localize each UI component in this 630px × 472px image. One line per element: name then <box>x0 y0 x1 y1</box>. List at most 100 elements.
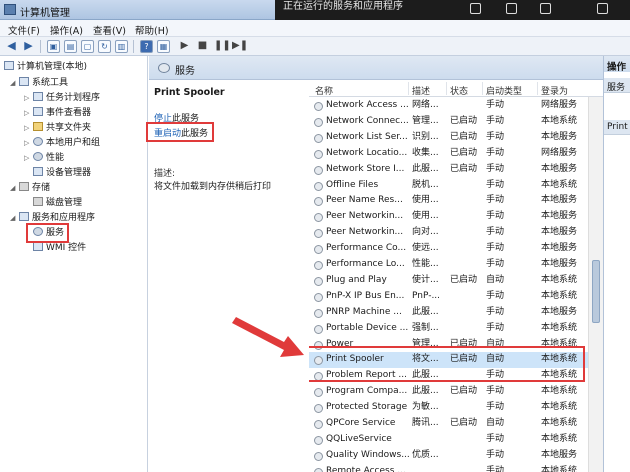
table-cell: 为敏... <box>412 402 439 413</box>
table-row[interactable]: Offline Files 脱机... 手动 本地系统 <box>309 178 593 194</box>
table-cell: Portable Device ... <box>326 322 409 333</box>
tree-item-disk-management[interactable]: 磁盘管理 <box>24 197 82 210</box>
table-cell: 本地系统 <box>541 386 578 397</box>
pause-icon[interactable]: ❚❚ <box>214 40 231 53</box>
properties-icon[interactable]: ▦ <box>157 40 170 53</box>
up-folder-icon[interactable]: ▣ <box>47 40 60 53</box>
table-cell: Performance Co... <box>326 243 407 254</box>
table-cell: 本地系统 <box>541 418 578 428</box>
tree-item-event-viewer[interactable]: ▷ 事件查看器 <box>24 107 91 120</box>
table-row[interactable]: Performance Lo... 性能... 手动 本地服务 <box>309 257 593 273</box>
export-list-icon[interactable]: ▥ <box>115 40 128 53</box>
tree-item-wmi[interactable]: WMI 控件 <box>24 242 86 255</box>
table-row[interactable]: Performance Co... 使远... 手动 本地服务 <box>309 241 593 257</box>
tree-item-local-users[interactable]: ▷ 本地用户和组 <box>24 137 100 150</box>
table-cell: 网络服务 <box>541 100 578 110</box>
table-row[interactable]: Network Connec... 管理... 已启动 手动 本地系统 <box>309 114 593 130</box>
table-row[interactable]: QQLiveService 手动 本地系统 <box>309 432 593 448</box>
restart-icon[interactable]: ▶❚ <box>232 40 248 53</box>
back-icon[interactable]: ◀ <box>5 40 18 53</box>
service-gear-icon <box>314 181 323 191</box>
monitor-icon[interactable] <box>470 3 481 14</box>
expand-arrow-icon[interactable]: ▷ <box>24 107 33 120</box>
table-row[interactable]: Remote Access ... 手动 本地系统 <box>309 464 593 472</box>
table-cell: Network Connec... <box>326 115 409 126</box>
services-header-label: 服务 <box>175 66 195 77</box>
col-name[interactable]: 名称 <box>315 84 333 97</box>
menu-file[interactable]: 文件(F) <box>8 23 40 37</box>
table-row[interactable]: Program Compa... 此服... 已启动 手动 本地系统 <box>309 384 593 400</box>
service-gear-icon <box>314 467 323 472</box>
settings-icon[interactable] <box>597 3 608 14</box>
storage-icon <box>19 182 29 191</box>
table-row[interactable]: Network Locatio... 收集... 已启动 手动 网络服务 <box>309 146 593 162</box>
col-startup[interactable]: 启动类型 <box>486 84 522 97</box>
service-gear-icon <box>314 117 323 127</box>
tree-item-shared-folders[interactable]: ▷ 共享文件夹 <box>24 122 91 135</box>
col-desc[interactable]: 描述 <box>412 84 430 97</box>
table-cell: QQLiveService <box>326 433 392 444</box>
table-row[interactable]: QPCore Service 腾讯... 已启动 自动 本地系统 <box>309 416 593 432</box>
actions-section-print[interactable]: Print <box>604 120 630 135</box>
table-row[interactable]: Network Access ... 网络... 手动 网络服务 <box>309 98 593 114</box>
forward-icon[interactable]: ▶ <box>22 40 35 53</box>
collapse-arrow-icon[interactable]: ◢ <box>10 77 19 90</box>
device-manager-icon <box>33 167 43 176</box>
help-icon[interactable]: ? <box>140 40 153 53</box>
expand-arrow-icon[interactable]: ▷ <box>24 92 33 105</box>
tree-root[interactable]: 计算机管理(本地) <box>4 61 87 74</box>
table-cell: 手动 <box>486 179 505 190</box>
table-cell: 自动 <box>486 418 505 428</box>
table-cell: 网络... <box>412 100 439 110</box>
table-row[interactable]: Portable Device ... 强制... 手动 本地系统 <box>309 321 593 337</box>
col-logon[interactable]: 登录为 <box>541 84 568 97</box>
table-row[interactable]: Quality Windows... 优质... 手动 本地服务 <box>309 448 593 464</box>
tree-item-performance[interactable]: ▷ 性能 <box>24 152 64 165</box>
table-cell: Network Locatio... <box>326 147 408 158</box>
tree-item-storage[interactable]: ◢ 存储 <box>10 182 50 195</box>
tree-item-system-tools[interactable]: ◢ 系统工具 <box>10 77 68 90</box>
table-row[interactable]: Network Store I... 此服... 已启动 手动 本地服务 <box>309 162 593 178</box>
expand-arrow-icon[interactable]: ▷ <box>24 137 33 150</box>
table-row[interactable]: Peer Networkin... 向对... 手动 本地服务 <box>309 225 593 241</box>
restart-highlight-box <box>146 122 214 142</box>
refresh-icon[interactable] <box>540 3 551 14</box>
collapse-arrow-icon[interactable]: ◢ <box>10 212 19 225</box>
col-status[interactable]: 状态 <box>450 84 468 97</box>
folder-icon <box>33 122 43 131</box>
table-row[interactable]: PnP-X IP Bus En... PnP-... 手动 本地系统 <box>309 289 593 305</box>
expand-arrow-icon[interactable]: ▷ <box>24 152 33 165</box>
table-row[interactable]: Plug and Play 使计... 已启动 自动 本地系统 <box>309 273 593 289</box>
table-cell: 手动 <box>486 306 505 317</box>
export-icon[interactable]: ▢ <box>81 40 94 53</box>
scroll-thumb[interactable] <box>592 260 600 323</box>
services-gear-icon <box>158 63 170 73</box>
tree-item-device-manager[interactable]: 设备管理器 <box>24 167 91 180</box>
tree-item-task-scheduler[interactable]: ▷ 任务计划程序 <box>24 92 100 105</box>
table-row[interactable]: Peer Networkin... 使用... 手动 本地服务 <box>309 209 593 225</box>
play-icon[interactable]: ▶ <box>178 40 191 53</box>
table-cell: 本地服务 <box>541 163 578 174</box>
table-row[interactable]: Network List Ser... 识别... 已启动 手动 本地服务 <box>309 130 593 146</box>
list-scrollbar[interactable] <box>588 97 603 472</box>
expand-arrow-icon[interactable]: ▷ <box>24 122 33 135</box>
menu-help[interactable]: 帮助(H) <box>135 23 169 37</box>
actions-title: 操作 <box>604 56 630 73</box>
table-row[interactable]: PNRP Machine ... 此服... 手动 本地服务 <box>309 305 593 321</box>
service-gear-icon <box>314 229 323 239</box>
service-description-panel: Print Spooler 停止此服务 重启动此服务 描述: 将文件加载到内存供… <box>146 80 309 472</box>
show-tree-icon[interactable]: ▤ <box>64 40 77 53</box>
table-cell: 手动 <box>486 243 505 254</box>
stop-icon[interactable]: ■ <box>196 40 209 53</box>
table-cell: 使计... <box>412 274 439 285</box>
table-row[interactable]: Protected Storage 为敏... 手动 本地系统 <box>309 400 593 416</box>
refresh-toolbar-icon[interactable]: ↻ <box>98 40 111 53</box>
actions-pane: 操作 服务 Print <box>603 56 630 472</box>
menu-view[interactable]: 查看(V) <box>93 23 126 37</box>
table-row[interactable]: Peer Name Res... 使用... 手动 本地服务 <box>309 193 593 209</box>
collapse-arrow-icon[interactable]: ◢ <box>10 182 19 195</box>
menu-action[interactable]: 操作(A) <box>50 23 83 37</box>
actions-section-services[interactable]: 服务 <box>604 78 630 93</box>
sound-icon[interactable] <box>506 3 517 14</box>
table-cell: 使用... <box>412 195 439 206</box>
